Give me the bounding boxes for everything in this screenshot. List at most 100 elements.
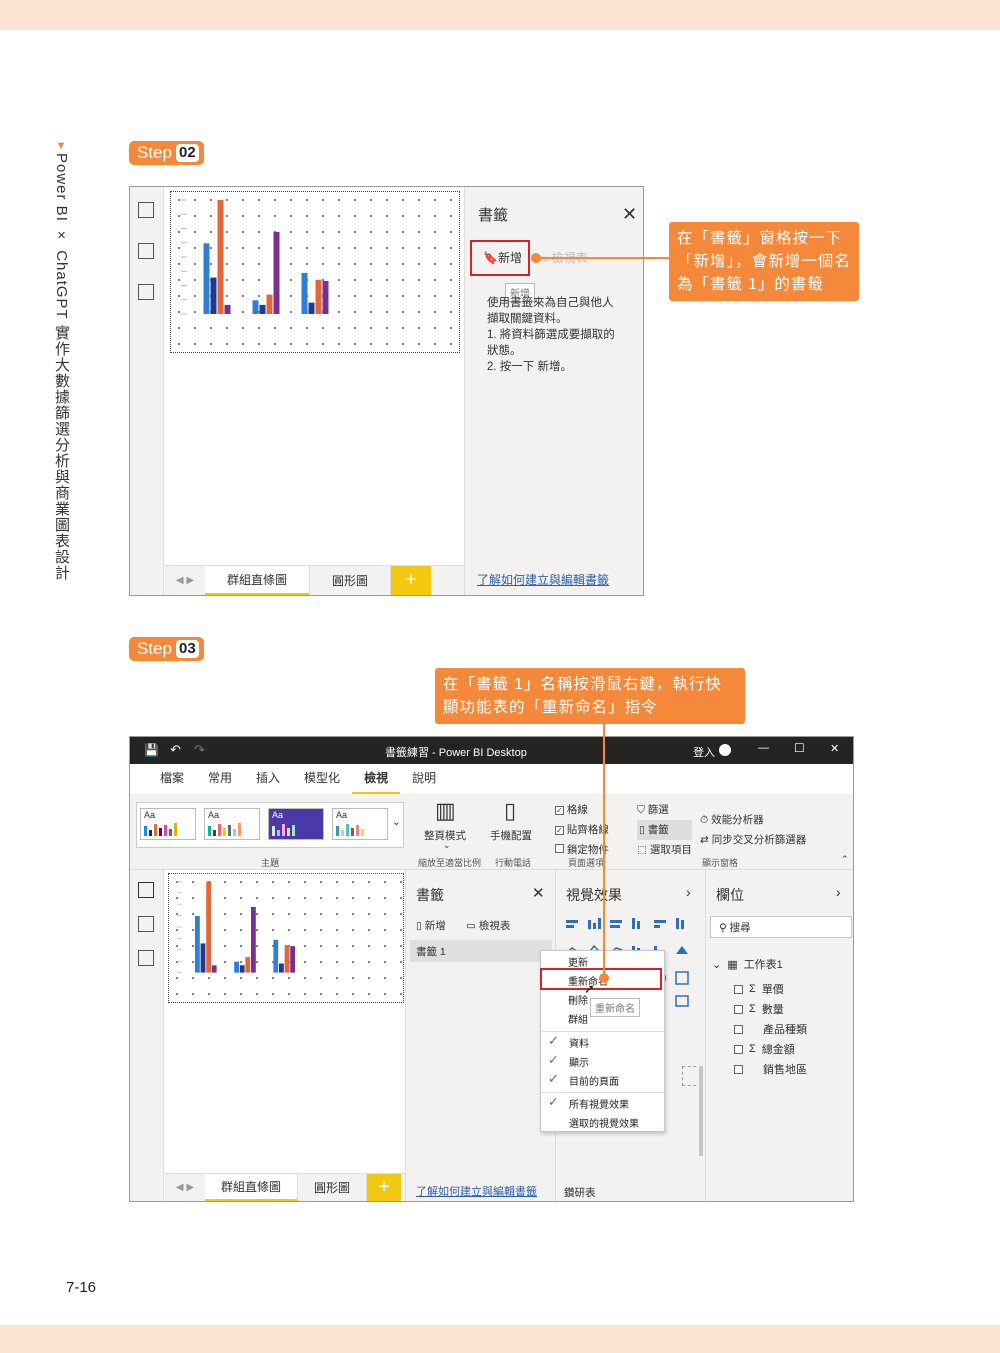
tooltip: 重新命名 <box>590 998 640 1017</box>
chart-bar <box>284 945 290 973</box>
menu-item-display[interactable]: 顯示 <box>569 1054 589 1069</box>
undo-icon[interactable]: ↶ <box>170 742 181 758</box>
theme-swatch-3[interactable]: Aa <box>268 808 324 840</box>
add-page-button[interactable]: + <box>367 1174 402 1201</box>
learn-link[interactable]: 了解如何建立與編輯書籤 <box>416 1183 537 1199</box>
close-window-icon[interactable]: ✕ <box>830 742 839 755</box>
bookmark-item[interactable]: 書籤 1 <box>410 940 552 962</box>
chart-bar <box>224 304 231 314</box>
theme-swatch-1[interactable]: Aa <box>140 808 196 840</box>
checkbox <box>555 844 564 853</box>
clustered-column-chart[interactable] <box>169 874 309 980</box>
report-view-icon[interactable] <box>138 882 154 898</box>
menu-insert[interactable]: 插入 <box>244 764 292 794</box>
data-view-icon[interactable] <box>138 243 154 259</box>
field-item[interactable]: Σ 單價 <box>734 981 784 997</box>
close-icon[interactable]: ✕ <box>532 884 545 902</box>
data-view-icon[interactable] <box>138 916 154 932</box>
add-bookmark-button[interactable]: ▯ 新增 <box>416 918 446 933</box>
theme-swatch-4[interactable]: Aa <box>332 808 388 840</box>
menu-item-update[interactable]: 更新 <box>568 954 588 969</box>
model-view-icon[interactable] <box>138 950 154 966</box>
field-item[interactable]: Σ 數量 <box>734 1001 784 1017</box>
menu-item-group[interactable]: 群組 <box>568 1011 588 1026</box>
menu-view[interactable]: 檢視 <box>352 764 401 794</box>
selection-icon: ⬚ <box>637 844 647 856</box>
avatar[interactable] <box>719 744 731 756</box>
ribbon: Aa Aa Aa Aa ⌄ 主題 ▥ 整頁模式 ⌄ ▯ 手機配置 縮放至適當比例… <box>130 794 853 870</box>
table-node[interactable]: ⌄ ▦ 工作表1 <box>712 956 783 972</box>
field-item[interactable]: 產品種類 <box>734 1021 807 1037</box>
field-item[interactable]: Σ 總金額 <box>734 1041 795 1057</box>
bookmark-add-icon: ▯ <box>416 920 425 932</box>
menu-file[interactable]: 檔案 <box>148 764 196 794</box>
search-input[interactable]: ⚲ 搜尋 <box>710 916 852 938</box>
view-button[interactable]: ▭ 檢視表 <box>466 918 510 933</box>
step3-window: 💾 ↶ ↷ 書籤練習 - Power BI Desktop 登入 — ☐ ✕ 檔… <box>129 736 854 1202</box>
chart-bar <box>203 243 210 314</box>
menu-item-current-page[interactable]: 目前的頁面 <box>569 1073 619 1088</box>
field-item[interactable]: 銷售地區 <box>734 1061 807 1077</box>
performance-button[interactable]: ⏱ 效能分析器 <box>700 810 806 830</box>
chart-bar <box>217 200 224 314</box>
chevron-right-icon[interactable]: › <box>836 884 841 900</box>
chevron-down-icon[interactable]: ⌄ <box>392 816 401 828</box>
menu-modeling[interactable]: 模型化 <box>292 764 352 794</box>
checkbox <box>734 1064 743 1074</box>
save-icon[interactable]: 💾 <box>144 743 159 757</box>
maximize-icon[interactable]: ☐ <box>794 741 805 755</box>
page-number: 7-16 <box>66 1279 97 1296</box>
report-page[interactable] <box>170 191 460 353</box>
page-tabs: ◀ ▶ 群組直條圖 圓形圖 + <box>165 565 465 595</box>
filter-pane-button[interactable]: ⛉ 篩選 <box>637 800 692 820</box>
chart-bar <box>210 277 217 314</box>
fields-pane: 欄位 › ⚲ 搜尋 ⌄ ▦ 工作表1 Σ 單價 Σ 數量 產品種類 Σ 總金額 銷售地區 <box>705 870 853 1201</box>
chevron-down-icon[interactable]: ⌄ <box>443 840 451 851</box>
menu-item-data[interactable]: 資料 <box>569 1035 589 1050</box>
tab-pie[interactable]: 圓形圖 <box>310 566 392 595</box>
learn-link[interactable]: 了解如何建立與編輯書籤 <box>477 571 609 588</box>
tab-nav[interactable]: ◀ ▶ <box>165 1174 205 1201</box>
redo-icon[interactable]: ↷ <box>194 742 205 758</box>
analyzer-buttons: ⏱ 效能分析器 ⇄ 同步交叉分析篩選器 <box>700 810 806 850</box>
selection-pane-button[interactable]: ⬚ 選取項目 <box>637 840 692 860</box>
cursor-icon: ➚ <box>584 981 595 996</box>
bottom-band <box>0 1325 1000 1353</box>
divider <box>541 1031 664 1032</box>
divider <box>541 1092 664 1093</box>
show-panes-label: 顯示窗格 <box>702 858 739 868</box>
report-view-icon[interactable] <box>138 202 154 218</box>
chart-bar <box>200 943 206 973</box>
theme-swatch-2[interactable]: Aa <box>204 808 260 840</box>
checkbox <box>734 1004 743 1014</box>
menu-help[interactable]: 說明 <box>400 764 448 794</box>
highlight-box <box>470 240 530 276</box>
add-page-button[interactable]: + <box>391 566 432 595</box>
menu-home[interactable]: 常用 <box>196 764 244 794</box>
tab-clustered-column[interactable]: 群組直條圖 <box>205 1174 299 1201</box>
close-icon[interactable]: ✕ <box>622 204 637 225</box>
clustered-column-chart[interactable] <box>171 192 346 322</box>
tab-clustered-column[interactable]: 群組直條圖 <box>205 566 311 595</box>
chart-bar <box>251 906 256 973</box>
fields-pane-title: 欄位 <box>716 887 744 903</box>
signin-label[interactable]: 登入 <box>693 744 715 760</box>
mobile-layout-button[interactable]: 手機配置 <box>490 828 532 843</box>
report-page[interactable] <box>168 873 404 1003</box>
callout-connector <box>531 253 675 263</box>
sync-slicers-button[interactable]: ⇄ 同步交叉分析篩選器 <box>700 830 806 850</box>
model-view-icon[interactable] <box>138 284 154 300</box>
chevron-right-icon[interactable]: › <box>686 884 691 900</box>
menu-item-selected-visuals[interactable]: 選取的視覺效果 <box>569 1115 639 1130</box>
tab-pie[interactable]: 圓形圖 <box>298 1174 368 1201</box>
scrollbar[interactable] <box>699 1066 703 1156</box>
collapse-ribbon-icon[interactable]: ⌃ <box>841 854 849 865</box>
minimize-icon[interactable]: — <box>758 742 769 754</box>
chart-bar <box>266 294 273 314</box>
menu-item-all-visuals[interactable]: 所有視覺效果 <box>569 1096 629 1111</box>
viz-pane-title: 視覺效果 <box>566 887 622 903</box>
step3-badge: Step 03 <box>129 637 204 661</box>
page-view-icon: ▥ <box>435 798 456 823</box>
bookmark-pane-button[interactable]: ▯ 書籤 <box>637 820 692 840</box>
tab-nav[interactable]: ◀ ▶ <box>165 566 205 595</box>
